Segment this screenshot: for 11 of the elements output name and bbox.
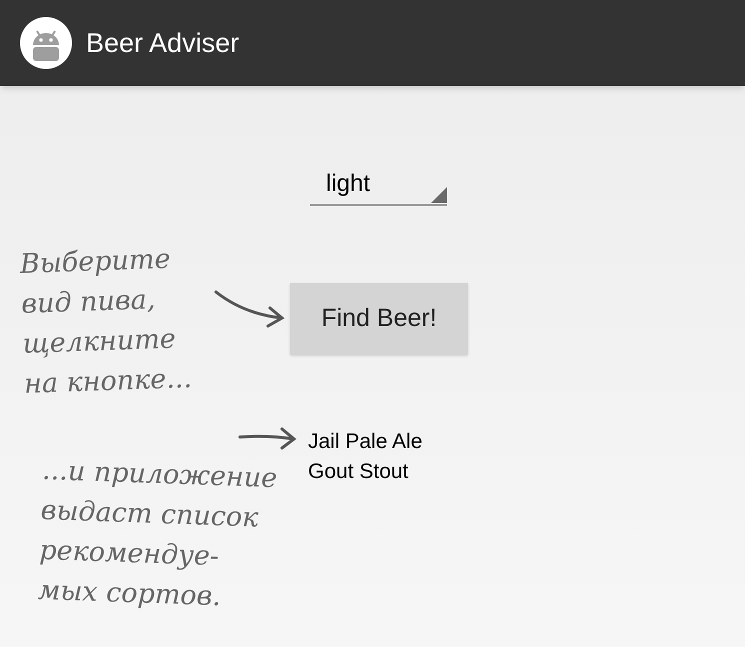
arrow-icon [214, 288, 286, 328]
app-title: Beer Adviser [86, 26, 240, 60]
android-icon [20, 17, 72, 69]
dropdown-triangle-icon [431, 187, 447, 203]
handwritten-note: ...и приложение выдаст список рекомендуе- мых сортов. [37, 454, 278, 614]
arrow-icon [238, 425, 298, 451]
beer-result: Jail Pale Ale [308, 429, 422, 455]
handwritten-note: Выберите вид пива, щелкните на кнопке... [19, 242, 193, 402]
beer-type-spinner[interactable]: light [310, 164, 447, 206]
beer-result: Gout Stout [308, 459, 410, 485]
find-beer-button[interactable]: Find Beer! [290, 283, 468, 355]
